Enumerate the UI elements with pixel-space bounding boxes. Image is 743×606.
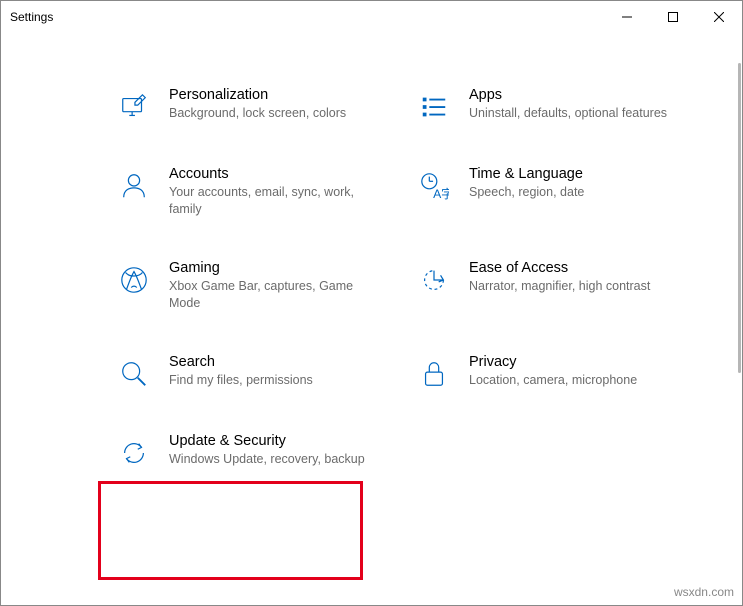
tile-desc: Xbox Game Bar, captures, Game Mode <box>169 278 377 312</box>
tile-desc: Your accounts, email, sync, work, family <box>169 184 377 218</box>
apps-icon <box>417 90 451 124</box>
tile-privacy[interactable]: Privacy Location, camera, microphone <box>417 354 677 391</box>
tile-desc: Location, camera, microphone <box>469 372 677 389</box>
tile-time-language[interactable]: A字 Time & Language Speech, region, date <box>417 166 677 218</box>
tile-desc: Narrator, magnifier, high contrast <box>469 278 677 295</box>
gaming-icon <box>117 263 151 297</box>
minimize-button[interactable] <box>604 1 650 33</box>
tile-title: Time & Language <box>469 166 677 182</box>
tile-title: Update & Security <box>169 433 377 449</box>
tile-title: Search <box>169 354 377 370</box>
close-button[interactable] <box>696 1 742 33</box>
content-area: Personalization Background, lock screen,… <box>1 33 742 605</box>
scrollbar-thumb[interactable] <box>738 63 741 373</box>
tile-update-security[interactable]: Update & Security Windows Update, recove… <box>117 433 377 470</box>
svg-text:A字: A字 <box>433 186 449 201</box>
tile-title: Accounts <box>169 166 377 182</box>
window-title: Settings <box>10 10 53 24</box>
tile-desc: Speech, region, date <box>469 184 677 201</box>
tile-title: Ease of Access <box>469 260 677 276</box>
privacy-icon <box>417 357 451 391</box>
tile-accounts[interactable]: Accounts Your accounts, email, sync, wor… <box>117 166 377 218</box>
time-language-icon: A字 <box>417 169 451 203</box>
tile-ease-of-access[interactable]: Ease of Access Narrator, magnifier, high… <box>417 260 677 312</box>
tile-title: Privacy <box>469 354 677 370</box>
tile-title: Apps <box>469 87 677 103</box>
tile-desc: Windows Update, recovery, backup <box>169 451 377 468</box>
tile-desc: Uninstall, defaults, optional features <box>469 105 677 122</box>
tile-title: Personalization <box>169 87 377 103</box>
ease-of-access-icon <box>417 263 451 297</box>
settings-grid: Personalization Background, lock screen,… <box>117 87 712 470</box>
titlebar: Settings <box>1 1 742 33</box>
tile-title: Gaming <box>169 260 377 276</box>
tile-desc: Background, lock screen, colors <box>169 105 377 122</box>
watermark: wsxdn.com <box>674 585 734 599</box>
personalization-icon <box>117 90 151 124</box>
tile-personalization[interactable]: Personalization Background, lock screen,… <box>117 87 377 124</box>
accounts-icon <box>117 169 151 203</box>
tile-gaming[interactable]: Gaming Xbox Game Bar, captures, Game Mod… <box>117 260 377 312</box>
maximize-button[interactable] <box>650 1 696 33</box>
tile-apps[interactable]: Apps Uninstall, defaults, optional featu… <box>417 87 677 124</box>
tile-desc: Find my files, permissions <box>169 372 377 389</box>
tile-search[interactable]: Search Find my files, permissions <box>117 354 377 391</box>
search-icon <box>117 357 151 391</box>
update-security-icon <box>117 436 151 470</box>
